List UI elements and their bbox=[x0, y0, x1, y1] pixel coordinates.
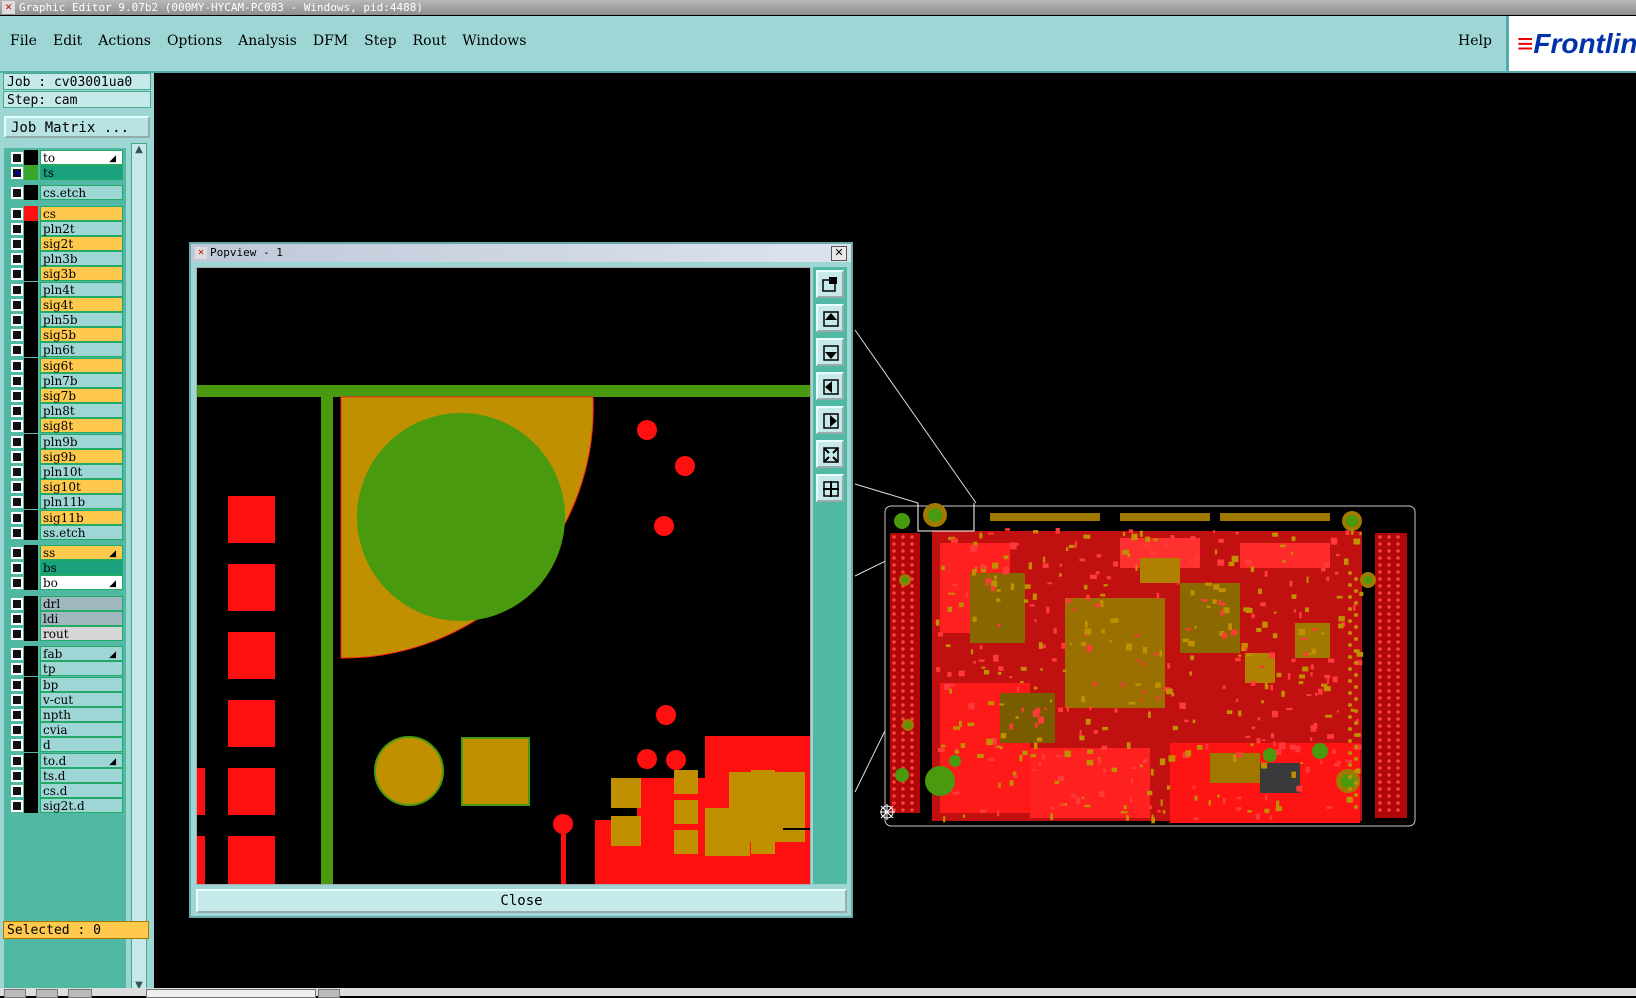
popview-toolbar bbox=[813, 267, 847, 884]
zoom-in-icon[interactable] bbox=[816, 474, 844, 502]
zoom-window-icon[interactable] bbox=[816, 270, 844, 298]
pan-right-icon[interactable] bbox=[816, 406, 844, 434]
zoom-out-icon[interactable] bbox=[816, 440, 844, 468]
pan-up-icon[interactable] bbox=[816, 304, 844, 332]
popview-canvas[interactable] bbox=[196, 267, 811, 885]
popview-window: ✕ Popview - 1 ✕ Close bbox=[189, 242, 853, 918]
popview-window-icon: ✕ bbox=[195, 247, 207, 259]
pan-left-icon[interactable] bbox=[816, 372, 844, 400]
pcb-board-view[interactable] bbox=[880, 503, 1420, 833]
popview-close-icon[interactable]: ✕ bbox=[831, 246, 847, 261]
popview-title-bar[interactable]: ✕ Popview - 1 bbox=[191, 244, 851, 262]
popview-close-button[interactable]: Close bbox=[196, 889, 847, 913]
popview-title: Popview - 1 bbox=[210, 246, 283, 259]
pan-down-icon[interactable] bbox=[816, 338, 844, 366]
